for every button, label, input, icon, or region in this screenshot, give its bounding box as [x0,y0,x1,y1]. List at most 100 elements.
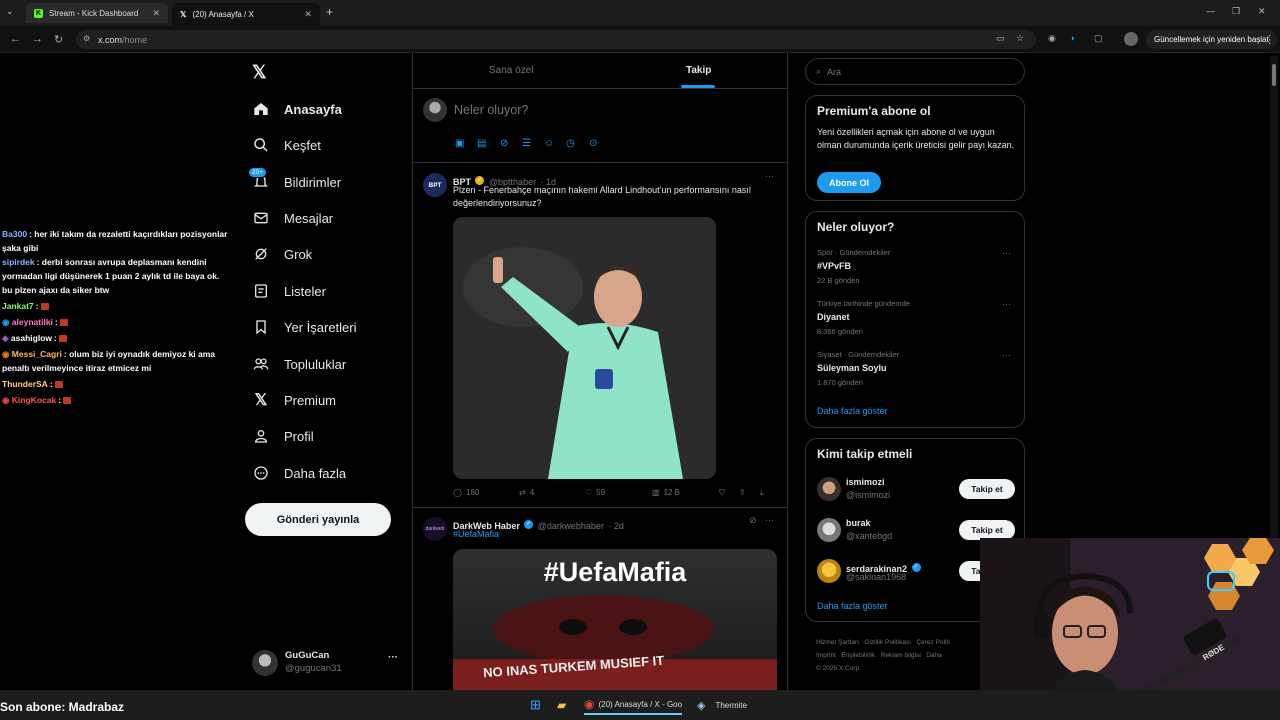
views-icon: ▥ [652,488,660,497]
bookmark-button[interactable]: ⛉ [719,488,725,498]
tweet-image[interactable]: #UefaMafia NO INAS TURKEM MUSIEF IT [453,549,777,690]
footer-link[interactable]: Hizmet Şartları [816,639,859,646]
close-tab-icon[interactable]: ✕ [304,9,312,20]
profile-avatar[interactable] [1124,32,1138,46]
nav-more[interactable]: Daha fazla [252,458,346,488]
nav-home[interactable]: Anasayfa [252,94,342,124]
more-dots-icon[interactable]: ··· [1002,248,1011,258]
url-input[interactable]: ⚙ x.com/home ▭ ☆ [76,30,1036,49]
nav-lists[interactable]: Listeler [252,276,326,306]
follow-button[interactable]: Takip et [959,520,1015,540]
tweet-handle[interactable]: @darkwebhaber [538,521,604,531]
maximize-icon[interactable]: ❐ [1232,6,1240,17]
emote-icon [63,397,72,405]
scrollbar-thumb[interactable] [1272,64,1276,86]
footer-link[interactable]: Erişilebilirlik [841,652,875,659]
footer-link[interactable]: Reklam bilgisi [881,652,921,659]
nav-premium[interactable]: 𝕏 Premium [252,385,336,415]
post-button[interactable]: Gönderi yayınla [245,503,391,536]
trend-context: Spor · Gündemdekiler [817,248,891,257]
chat-message: Ba300: her iki takım da rezaletti kaçırd… [2,227,232,255]
search-input[interactable]: ⌕ Ara [805,58,1025,85]
schedule-icon[interactable]: ◷ [566,138,575,149]
x-logo-icon: 𝕏 [254,392,268,409]
tweet-time[interactable]: · 2d [608,521,624,531]
extension-icon[interactable]: ◉ [1048,33,1056,44]
nav-messages[interactable]: Mesajlar [252,203,333,233]
views-button[interactable]: ▥ 12 B [652,488,680,497]
close-window-icon[interactable]: ✕ [1258,6,1266,17]
footer-link[interactable]: Imprint [816,652,836,659]
tab-list-icon[interactable]: ⌄ [6,6,14,17]
close-tab-icon[interactable]: ✕ [152,8,160,19]
download-button[interactable]: ⤓ [760,488,764,498]
nav-bookmarks[interactable]: Yer İşaretleri [252,312,357,342]
tab-following[interactable]: Takip [686,65,711,76]
grok-icon[interactable]: ⊘ [749,515,757,526]
more-dots-icon[interactable]: ··· [765,171,774,181]
suggest-name: burak [846,518,871,528]
footer-link[interactable]: Daha [926,652,942,659]
location-icon[interactable]: ⊙ [589,138,597,149]
media-icon[interactable]: ▣ [455,138,464,149]
hashtag-link[interactable]: #UefaMafia [453,529,499,539]
taskbar-thermite[interactable]: ◈ Thermite [697,695,747,715]
back-icon[interactable]: ← [10,33,21,45]
nav-profile[interactable]: Profil [252,421,314,451]
trend-item[interactable]: Türkiye tarihinde gündemde Diyanet 8.366… [806,299,1024,349]
reply-button[interactable]: ◯ 160 [453,488,479,497]
nav-explore[interactable]: Keşfet [252,130,321,160]
compose-input[interactable]: Neler oluyor? [454,103,528,117]
like-count: 59 [596,488,606,497]
taskbar-explorer[interactable]: ▰ [557,695,566,715]
more-dots-icon[interactable]: ··· [1002,299,1011,309]
trend-item[interactable]: Spor · Gündemdekiler #VPvFB 22 B gönderi… [806,248,1024,298]
like-button[interactable]: ♡ 59 [585,488,605,497]
tab-kick-dashboard[interactable]: K Stream - Kick Dashboard ✕ [26,3,168,23]
update-button[interactable]: Güncellemek için yeniden başlat [1146,30,1277,49]
trend-item[interactable]: Siyaset · Gündemdekiler Süleyman Soylu 1… [806,350,1024,400]
avatar[interactable]: darkweb [423,517,447,541]
show-more-link[interactable]: Daha fazla göster [817,406,888,416]
subscribe-button[interactable]: Abone Ol [817,172,881,193]
footer-link[interactable]: Çerez Politi [916,639,949,646]
chat-message: Jankat7: [2,299,232,313]
x-logo-icon[interactable]: 𝕏 [252,62,267,83]
poll-icon[interactable]: ☰ [522,138,531,149]
tweet-image[interactable] [453,217,716,479]
more-dots-icon[interactable]: ··· [1002,350,1011,360]
share-button[interactable]: ⇪ [739,488,746,497]
bookmark-star-icon[interactable]: ☆ [1016,33,1024,44]
site-info-icon[interactable]: ⚙ [83,34,90,43]
extensions-puzzle-icon[interactable]: ▢ [1094,33,1103,44]
nav-grok[interactable]: Grok [252,239,312,269]
start-button[interactable]: ⊞ [530,695,541,715]
gif-icon[interactable]: ▤ [477,138,486,149]
trends-title: Neler oluyor? [817,220,895,234]
more-dots-icon[interactable]: ··· [765,515,774,525]
composer-toolbar: ▣ ▤ ⊘ ☰ ☺ ◷ ⊙ [413,138,787,168]
account-switcher[interactable]: GuGuCan @gugucan31 ··· [252,648,404,680]
retweet-button[interactable]: ⇄ 4 [519,488,534,497]
avatar[interactable]: BPT [423,173,447,197]
tab-x-home[interactable]: 𝕏 (20) Anasayfa / X ✕ [172,3,320,26]
emoji-icon[interactable]: ☺ [544,138,554,149]
forward-icon[interactable]: → [32,33,43,45]
menu-icon[interactable]: ⋮ [1264,33,1275,46]
new-tab-icon[interactable]: + [326,5,333,19]
nav-communities[interactable]: Topluluklar [252,349,346,379]
show-more-link[interactable]: Daha fazla göster [817,601,888,611]
chat-text: : [49,379,53,389]
grok-icon[interactable]: ⊘ [500,138,508,149]
follow-suggestion[interactable]: ismimozi @ismimozi Takip et [806,475,1024,509]
follow-button[interactable]: Takip et [959,479,1015,499]
taskbar-chrome[interactable]: ◉ (20) Anasayfa / X - Goo [584,695,683,715]
reload-icon[interactable]: ↻ [54,33,63,46]
footer-link[interactable]: Gizlilik Politikası [864,639,911,646]
nav-notifications[interactable]: 20+ Bildirimler [248,167,341,197]
minimize-icon[interactable]: — [1206,6,1215,16]
cast-icon[interactable]: ▭ [996,33,1005,44]
audio-icon[interactable]: ◗ [1070,33,1075,43]
tab-for-you[interactable]: Sana özel [489,65,533,76]
share-icon: ⇪ [739,488,746,497]
